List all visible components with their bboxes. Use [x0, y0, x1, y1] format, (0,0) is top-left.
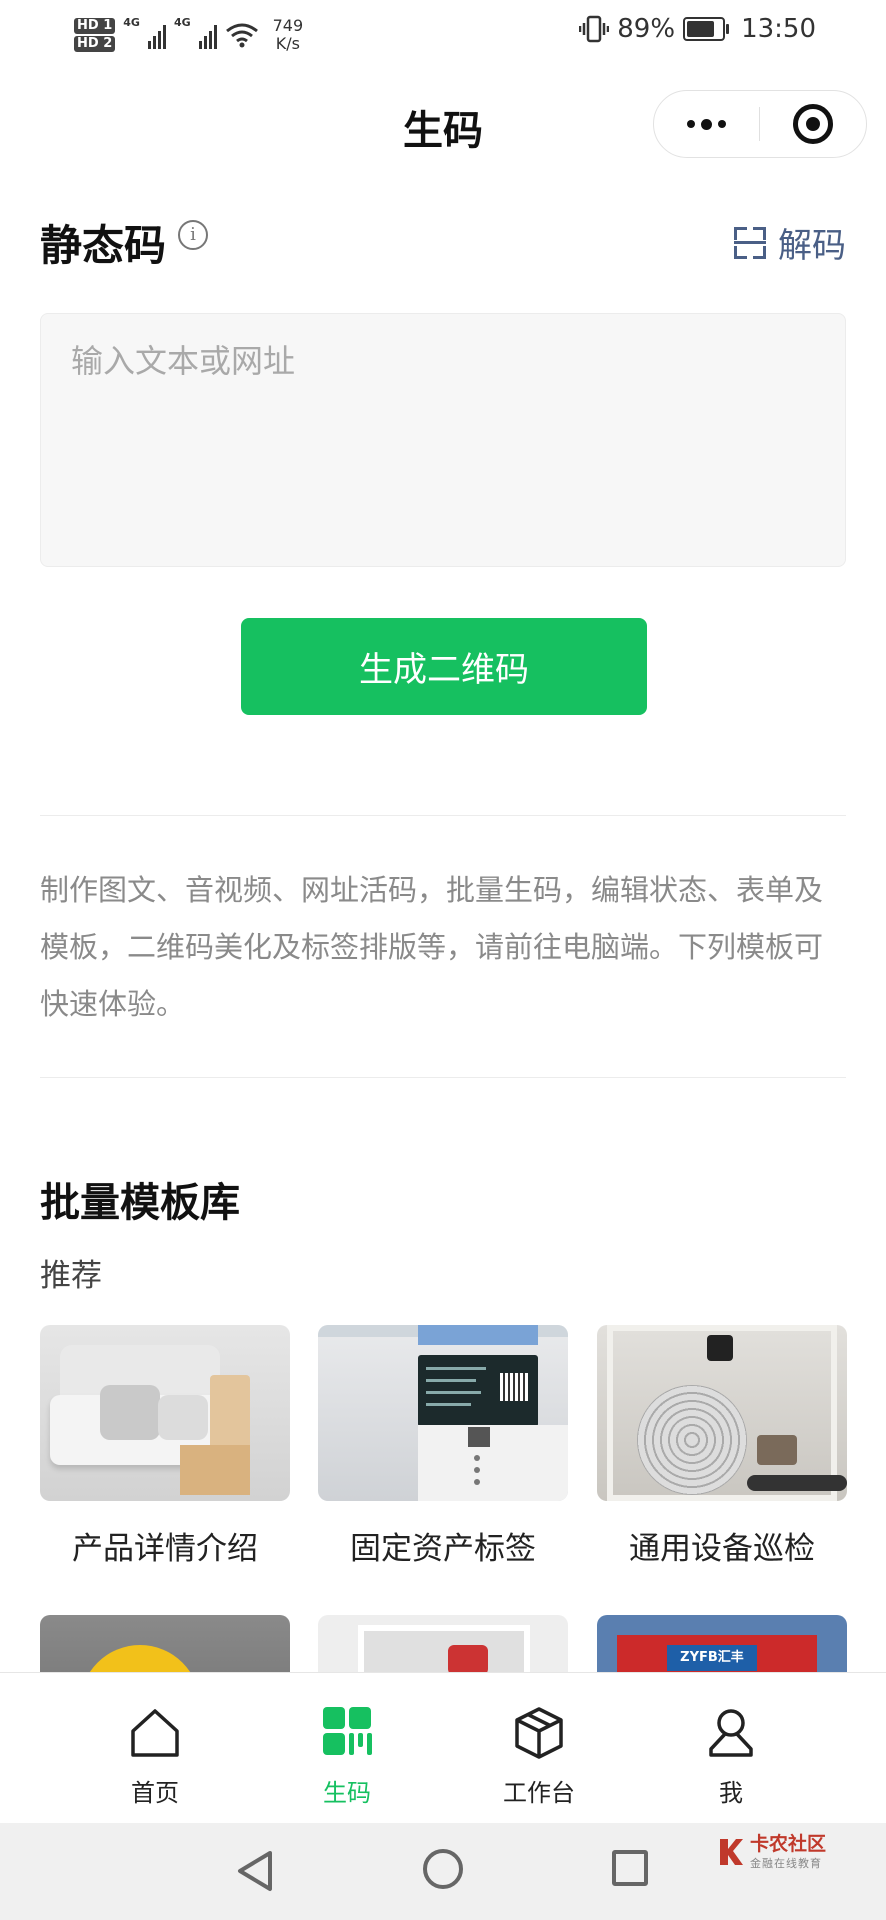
tab-generate[interactable]: 生码	[287, 1703, 407, 1808]
clock: 13:50	[741, 14, 816, 44]
tab-workbench[interactable]: 工作台	[479, 1703, 599, 1808]
sim2-badge: HD 2	[74, 36, 116, 52]
tab-label: 我	[719, 1779, 743, 1807]
template-card-product[interactable]: 产品详情介绍	[40, 1325, 290, 1568]
tab-label: 生码	[323, 1779, 371, 1807]
divider	[40, 1077, 846, 1078]
tab-label: 首页	[131, 1779, 179, 1807]
template-label: 固定资产标签	[350, 1531, 536, 1567]
watermark: 卡农社区 金融在线教育	[716, 1833, 826, 1871]
net-speed-unit: K/s	[275, 34, 300, 53]
4g-icon: 4G	[123, 16, 140, 29]
status-bar: HD 1 HD 2 4G 4G 749 K/s 89% 13:50	[0, 0, 886, 70]
more-dot	[718, 120, 726, 128]
sim-indicators: HD 1 HD 2	[74, 18, 116, 52]
kanong-logo	[719, 1839, 743, 1865]
close-miniprogram-button[interactable]	[793, 104, 833, 144]
box-icon	[509, 1703, 569, 1763]
user-icon	[701, 1703, 761, 1763]
sofa-photo	[40, 1325, 290, 1501]
generate-qr-button[interactable]: 生成二维码	[241, 618, 647, 715]
template-card-asset[interactable]: 固定资产标签	[318, 1325, 568, 1568]
template-card-inspection[interactable]: 通用设备巡检	[597, 1325, 847, 1568]
mini-program-capsule	[653, 90, 867, 158]
box-tag: ZYFB汇丰	[667, 1645, 757, 1671]
watermark-tagline: 金融在线教育	[749, 1857, 822, 1870]
recommend-label: 推荐	[40, 1258, 102, 1294]
static-code-title: 静态码	[40, 221, 167, 270]
wifi-icon	[225, 23, 258, 48]
decode-button[interactable]: 解码	[734, 218, 846, 267]
air-conditioner-photo	[318, 1325, 568, 1501]
vibrate-icon	[579, 15, 610, 43]
system-navigation-bar: 卡农社区 金融在线教育	[0, 1823, 886, 1920]
home-icon	[125, 1703, 185, 1763]
recent-apps-icon[interactable]	[612, 1850, 648, 1886]
net-speed: 749 K/s	[273, 17, 304, 53]
text-url-input[interactable]	[40, 313, 846, 567]
signal-icon-2	[198, 21, 217, 49]
back-triangle-icon[interactable]	[236, 1849, 274, 1893]
more-dot	[701, 118, 712, 130]
battery-fill	[687, 21, 714, 37]
template-label: 通用设备巡检	[629, 1531, 815, 1567]
tab-label: 工作台	[503, 1779, 575, 1807]
sim1-badge: HD 1	[74, 18, 116, 34]
qr-code-icon	[317, 1703, 377, 1763]
more-button[interactable]	[654, 91, 759, 157]
signal-icon	[147, 21, 166, 49]
battery-percent: 89%	[617, 14, 676, 44]
home-circle-icon[interactable]	[423, 1849, 463, 1889]
tab-home[interactable]: 首页	[95, 1703, 215, 1808]
capsule-divider	[759, 107, 760, 141]
status-right: 89% 13:50	[579, 14, 816, 44]
fire-hose-photo	[597, 1325, 847, 1501]
bottom-tabbar: 首页 生码 工作台 我	[0, 1672, 886, 1823]
divider	[40, 815, 846, 816]
info-icon[interactable]: i	[178, 220, 208, 250]
template-library-title: 批量模板库	[40, 1180, 240, 1226]
4g-icon-2: 4G	[173, 16, 191, 29]
status-left: HD 1 HD 2 4G 4G 749 K/s	[74, 12, 303, 58]
net-speed-value: 749	[272, 16, 304, 35]
more-dot	[687, 120, 695, 128]
scan-icon	[734, 226, 766, 259]
decode-label: 解码	[778, 226, 846, 266]
watermark-name: 卡农社区	[749, 1833, 826, 1855]
template-label: 产品详情介绍	[72, 1531, 258, 1567]
tab-me[interactable]: 我	[671, 1703, 791, 1808]
battery-icon	[683, 17, 730, 41]
description-text: 制作图文、音视频、网址活码，批量生码，编辑状态、表单及模板，二维码美化及标签排版…	[40, 873, 824, 1021]
